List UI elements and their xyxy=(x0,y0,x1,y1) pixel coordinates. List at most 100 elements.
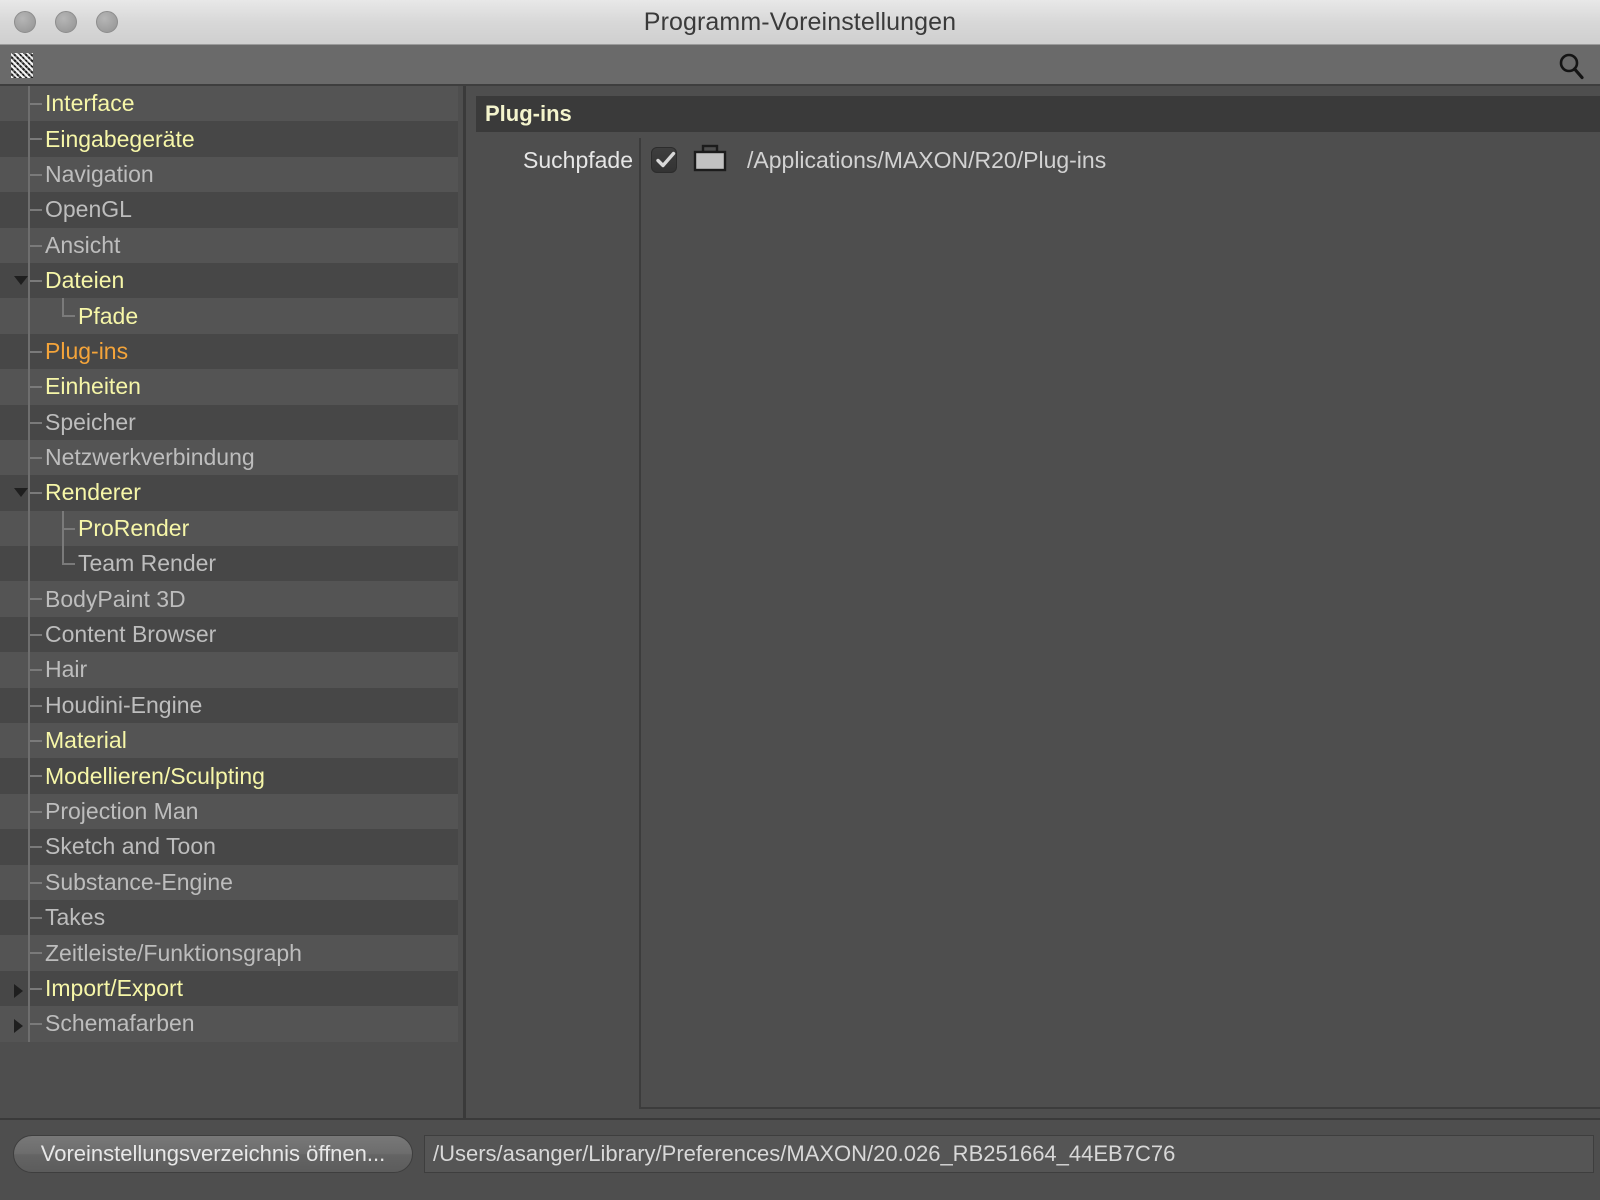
status-bar: Voreinstellungsverzeichnis öffnen... /Us… xyxy=(0,1118,1600,1200)
tree-connector xyxy=(30,386,42,389)
section-header: Plug-ins xyxy=(476,96,1600,132)
sidebar-item-label: Material xyxy=(45,727,127,754)
sidebar-item-pfade[interactable]: Pfade xyxy=(0,298,458,334)
sidebar-item-label: Content Browser xyxy=(45,621,217,648)
sidebar-item-label: Netzwerkverbindung xyxy=(45,444,255,471)
sidebar-item-einheiten[interactable]: Einheiten xyxy=(0,369,458,405)
sidebar-item-label: Renderer xyxy=(45,479,141,506)
sidebar-item-schemafarben[interactable]: Schemafarben xyxy=(0,1006,458,1042)
tree-connector xyxy=(30,916,42,919)
tree-connector xyxy=(30,775,42,778)
sidebar-item-label: Modellieren/Sculpting xyxy=(45,762,265,789)
sidebar-item-hair[interactable]: Hair xyxy=(0,652,458,688)
sidebar-item-label: Dateien xyxy=(45,267,125,294)
tree-connector xyxy=(30,138,42,141)
sidebar-item-bodypaint-3d[interactable]: BodyPaint 3D xyxy=(0,581,458,617)
tree-connector xyxy=(30,244,42,247)
sidebar-item-material[interactable]: Material xyxy=(0,723,458,759)
chevron-right-icon[interactable] xyxy=(14,983,23,998)
sidebar-item-label: Schemafarben xyxy=(45,1010,195,1037)
sidebar-item-navigation[interactable]: Navigation xyxy=(0,156,458,193)
sidebar-item-houdini-engine[interactable]: Houdini-Engine xyxy=(0,687,458,724)
tree-connector xyxy=(30,350,42,353)
sidebar-item-projection-man[interactable]: Projection Man xyxy=(0,793,458,830)
sidebar-item-zeitleiste-funktionsgraph[interactable]: Zeitleiste/Funktionsgraph xyxy=(0,935,458,971)
preferences-tree[interactable]: Interface Eingabegeräte Navigation OpenGL An… xyxy=(0,86,466,1118)
tree-connector xyxy=(30,881,42,884)
sidebar-item-modellieren-sculpting[interactable]: Modellieren/Sculpting xyxy=(0,758,458,794)
tree-connector xyxy=(30,173,42,176)
sidebar-item-label: Ansicht xyxy=(45,231,121,258)
sidebar-item-label: Pfade xyxy=(78,302,139,329)
tree-connector xyxy=(30,740,42,743)
sidebar-item-renderer[interactable]: Renderer xyxy=(0,475,458,511)
enable-path-checkbox[interactable] xyxy=(651,147,677,173)
search-paths-listbox[interactable]: /Applications/MAXON/R20/Plug-ins xyxy=(639,138,1600,1109)
sidebar-item-label: Substance-Engine xyxy=(45,868,233,895)
sidebar-item-label: Navigation xyxy=(45,160,154,187)
tree-trunk-line xyxy=(28,298,30,334)
tree-connector xyxy=(30,952,42,955)
sidebar-item-takes[interactable]: Takes xyxy=(0,899,458,936)
drag-handle-icon[interactable] xyxy=(11,53,33,78)
sidebar-item-content-browser[interactable]: Content Browser xyxy=(0,616,458,653)
sidebar-item-label: Plug-ins xyxy=(45,337,129,364)
sidebar-item-interface[interactable]: Interface xyxy=(0,86,458,122)
tree-connector xyxy=(30,846,42,849)
tree-connector xyxy=(30,456,42,459)
sidebar-item-prorender[interactable]: ProRender xyxy=(0,510,458,547)
preferences-window: Programm-Voreinstellungen Interface Einga… xyxy=(0,0,1600,1200)
chevron-down-icon[interactable] xyxy=(14,275,28,285)
tree-connector xyxy=(30,492,42,495)
toolbar xyxy=(0,45,1600,86)
sidebar-item-label: Team Render xyxy=(78,550,217,577)
tree-connector xyxy=(30,598,42,601)
sidebar-item-eingabeger-te[interactable]: Eingabegeräte xyxy=(0,121,458,157)
sidebar-item-label: BodyPaint 3D xyxy=(45,585,186,612)
sidebar-item-label: Houdini-Engine xyxy=(45,691,203,718)
sidebar-item-dateien[interactable]: Dateien xyxy=(0,262,458,299)
sidebar-item-label: Zeitleiste/Funktionsgraph xyxy=(45,939,302,966)
sidebar-item-label: Interface xyxy=(45,90,135,117)
title-bar: Programm-Voreinstellungen xyxy=(0,0,1600,45)
tree-connector xyxy=(30,704,42,707)
tree-connector xyxy=(30,669,42,672)
sidebar-item-sketch-and-toon[interactable]: Sketch and Toon xyxy=(0,829,458,865)
tree-child-connector xyxy=(62,563,75,566)
sidebar-item-label: Import/Export xyxy=(45,974,184,1001)
tree-child-connector xyxy=(62,315,75,318)
search-path-item[interactable]: /Applications/MAXON/R20/Plug-ins xyxy=(641,138,1600,182)
tree-child-connector xyxy=(62,527,75,530)
tree-child-line xyxy=(62,546,64,565)
sidebar-item-label: Hair xyxy=(45,656,88,683)
sidebar-item-opengl[interactable]: OpenGL xyxy=(0,192,458,228)
sidebar-item-netzwerkverbindung[interactable]: Netzwerkverbindung xyxy=(0,439,458,476)
folder-icon xyxy=(693,144,727,177)
sidebar-item-substance-engine[interactable]: Substance-Engine xyxy=(0,864,458,900)
tree-connector xyxy=(30,810,42,813)
sidebar-item-label: Sketch and Toon xyxy=(45,833,216,860)
tree-connector xyxy=(30,987,42,990)
sidebar-item-label: OpenGL xyxy=(45,196,132,223)
window-title: Programm-Voreinstellungen xyxy=(643,8,957,36)
tree-child-line xyxy=(62,298,64,317)
sidebar-item-ansicht[interactable]: Ansicht xyxy=(0,227,458,263)
chevron-down-icon[interactable] xyxy=(14,488,28,498)
tree-connector xyxy=(30,209,42,212)
open-preferences-folder-button[interactable]: Voreinstellungsverzeichnis öffnen... xyxy=(13,1135,413,1173)
search-icon[interactable] xyxy=(1556,52,1586,80)
sidebar-item-plug-ins[interactable]: Plug-ins xyxy=(0,333,458,370)
chevron-right-icon[interactable] xyxy=(14,1019,23,1034)
sidebar-item-team-render[interactable]: Team Render xyxy=(0,546,458,582)
search-path-text: /Applications/MAXON/R20/Plug-ins xyxy=(747,146,1107,173)
sidebar-item-label: Eingabegeräte xyxy=(45,125,195,152)
sidebar-item-import-export[interactable]: Import/Export xyxy=(0,970,458,1007)
sidebar-item-label: Takes xyxy=(45,904,106,931)
tree-trunk-line xyxy=(28,546,30,582)
tree-trunk-line xyxy=(28,510,30,547)
tree-connector xyxy=(30,421,42,424)
sidebar-item-speicher[interactable]: Speicher xyxy=(0,404,458,440)
main-body: Interface Eingabegeräte Navigation OpenGL An… xyxy=(0,86,1600,1159)
preferences-path-field[interactable]: /Users/asanger/Library/Preferences/MAXON… xyxy=(424,1135,1594,1173)
tree-connector xyxy=(30,103,42,105)
